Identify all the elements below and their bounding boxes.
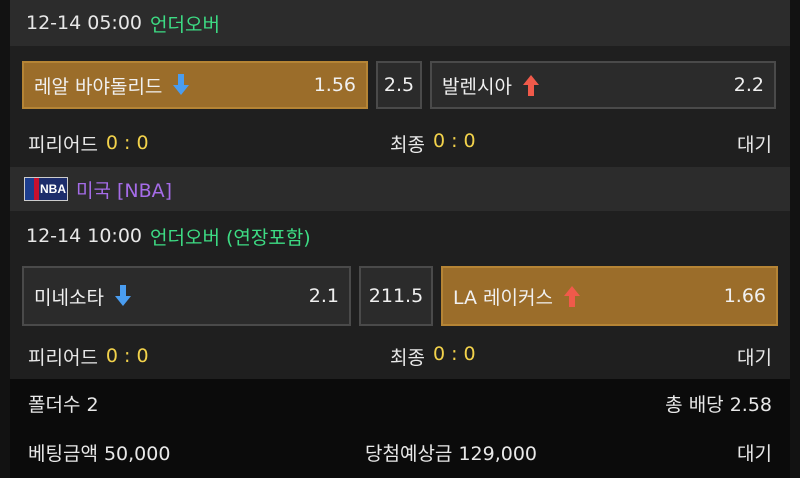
match1-home-team: 레알 바야돌리드: [34, 75, 163, 98]
match1-line-value: 2.5: [383, 74, 415, 96]
match1-line: 2.5: [376, 61, 422, 109]
match2-header: 12-14 10:00 언더오버 (연장포함): [10, 213, 790, 259]
match1-period-label: 피리어드: [28, 133, 98, 156]
match2-status-row: 피리어드 0 : 0 최종 0 : 0 대기: [10, 333, 790, 379]
match2-home-odds: 2.1: [308, 285, 339, 307]
summary-row-2: 베팅금액 50,000 당첨예상금 129,000 대기: [10, 427, 790, 478]
match2-odds-row: 미네소타 2.1 211.5 LA 레이커스 1.66: [10, 265, 790, 327]
match1-away-team: 발렌시아: [442, 75, 512, 98]
match1-bet-type: 언더오버: [150, 13, 220, 36]
expected-win: 당첨예상금 129,000: [365, 443, 538, 465]
match2-bet-type: 언더오버 (연장포함): [150, 226, 311, 249]
match1-time: 12-14 05:00: [26, 12, 143, 34]
total-odds: 총 배당 2.58: [665, 393, 772, 416]
match2-away-odds: 1.66: [723, 285, 766, 307]
league-row: NBA 미국 [NBA]: [10, 167, 790, 211]
match2-status: 대기: [737, 346, 772, 369]
match2-line: 211.5: [359, 266, 433, 326]
match1-home-odd-button[interactable]: 레알 바야돌리드 1.56: [22, 61, 368, 109]
arrow-down-icon: [172, 74, 190, 96]
folder-count: 폴더수 2: [28, 393, 99, 416]
match2-away-odd-button[interactable]: LA 레이커스 1.66: [441, 266, 778, 326]
match1-status-row: 피리어드 0 : 0 최종 0 : 0 대기: [10, 120, 790, 166]
bet-amount: 베팅금액 50,000: [28, 443, 171, 465]
bet-slip: 12-14 05:00 언더오버 레알 바야돌리드 1.56 2.5 발렌시아 …: [0, 0, 800, 478]
match1-status: 대기: [737, 133, 772, 156]
league-name: 미국 [NBA]: [76, 179, 173, 202]
arrow-down-icon: [114, 285, 132, 307]
match2-period-label: 피리어드: [28, 346, 98, 369]
match2-period-score: 0 : 0: [105, 345, 149, 367]
arrow-up-icon: [522, 74, 540, 96]
match1-final-score: 0 : 0: [432, 129, 476, 152]
match2-home-odd-button[interactable]: 미네소타 2.1: [22, 266, 351, 326]
match1-odds-row: 레알 바야돌리드 1.56 2.5 발렌시아 2.2: [10, 55, 790, 115]
match2-final-label: 최종: [390, 346, 425, 369]
slip-status: 대기: [737, 443, 772, 465]
match1-away-odds: 2.2: [733, 74, 764, 96]
match2-home-team: 미네소타: [34, 286, 104, 309]
summary-row-1: 폴더수 2 총 배당 2.58: [10, 379, 790, 427]
arrow-up-icon: [563, 285, 581, 307]
match1-home-odds: 1.56: [313, 74, 356, 96]
nba-logo: NBA: [24, 177, 68, 201]
match1-period-score: 0 : 0: [105, 132, 149, 154]
match1-final-label: 최종: [390, 133, 425, 156]
match2-away-team: LA 레이커스: [453, 286, 553, 309]
match1-away-odd-button[interactable]: 발렌시아 2.2: [430, 61, 776, 109]
match2-final-score: 0 : 0: [432, 342, 476, 365]
match2-line-value: 211.5: [368, 285, 424, 307]
match2-time: 12-14 10:00: [26, 225, 143, 247]
match1-header: 12-14 05:00 언더오버: [10, 0, 790, 46]
